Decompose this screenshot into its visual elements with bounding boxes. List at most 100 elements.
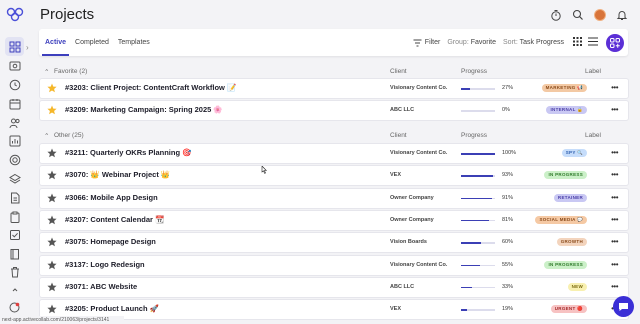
column-header-label: Label [585, 132, 601, 139]
project-client: Owner Company [390, 194, 434, 201]
grid-view-icon[interactable] [573, 37, 582, 48]
tab-templates[interactable]: Templates [118, 29, 150, 56]
rail-layers-button[interactable] [8, 172, 21, 185]
project-label-badge[interactable]: GROWTH [556, 238, 587, 247]
collapse-chevron-icon[interactable]: ⌃ [44, 132, 49, 140]
column-header-progress: Progress [461, 68, 488, 75]
project-row[interactable]: #3071: ABC Website ABC LLC 33% NEW ••• [40, 277, 628, 297]
project-name[interactable]: #3071: ABC Website [65, 282, 137, 291]
rail-clock-button[interactable] [8, 78, 21, 91]
progress-fill [461, 153, 495, 155]
project-row[interactable]: #3207: Content Calendar 📆 Owner Company 81… [40, 210, 628, 230]
project-row[interactable]: #3137: Logo Redesign Visionary Content Co… [40, 255, 628, 275]
clock-icon [9, 79, 20, 90]
grid-icon [9, 41, 20, 52]
favorite-star-icon[interactable] [47, 170, 57, 180]
more-options-icon[interactable]: ••• [611, 83, 618, 92]
help-icon[interactable] [8, 301, 21, 314]
project-row[interactable]: #3075: Homepage Design Vision Boards 60% GR… [40, 233, 628, 253]
filter-label: Filter [424, 39, 441, 46]
more-options-icon[interactable]: ••• [611, 170, 618, 179]
more-options-icon[interactable]: ••• [611, 237, 618, 246]
project-row[interactable]: #3066: Mobile App Design Owner Company 91%… [40, 188, 628, 208]
project-name[interactable]: #3211: Quarterly OKRs Planning 🎯 [65, 148, 191, 157]
more-options-icon[interactable]: ••• [611, 148, 618, 157]
project-label-badge[interactable]: IN PROGRESS [544, 171, 587, 180]
rail-dollar-button[interactable] [8, 59, 21, 72]
favorite-star-icon[interactable] [47, 215, 57, 225]
progress-fill [461, 286, 473, 289]
favorite-star-icon[interactable] [47, 282, 57, 292]
app-logo-icon[interactable] [6, 6, 24, 22]
progress-fill [461, 197, 492, 200]
rail-trash-button[interactable] [8, 265, 21, 278]
project-row[interactable]: #3205: Product Launch 🚀VEX19%URGENT 🔴••• [40, 300, 628, 320]
project-row[interactable]: #3209: Marketing Campaign: Spring 2025 🌸… [40, 101, 628, 121]
project-label-badge[interactable]: SPY 🔍 [561, 149, 587, 157]
favorite-star-icon[interactable] [47, 148, 57, 158]
toolbar-controls: Filter Group: Favorite Sort: Task Progre… [413, 29, 624, 56]
rail-book-button[interactable] [8, 247, 21, 260]
favorite-star-icon[interactable] [47, 83, 57, 93]
other-section-header[interactable]: ⌃ Other (25) Client Progress Label [39, 130, 628, 142]
more-options-icon[interactable]: ••• [611, 215, 618, 224]
collapse-chevron-icon[interactable] [8, 283, 21, 296]
rail-clipboard-button[interactable] [8, 210, 21, 223]
favorite-star-icon[interactable] [47, 237, 57, 247]
project-row[interactable]: #3203: Client Project: ContentCraft Work… [40, 79, 628, 98]
group-by-selector[interactable]: Group: Favorite [447, 39, 496, 46]
chat-button[interactable] [613, 296, 634, 317]
project-name[interactable]: #3075: Homepage Design [65, 237, 156, 246]
tab-completed[interactable]: Completed [75, 29, 109, 56]
timer-icon[interactable] [548, 7, 564, 23]
favorite-star-icon[interactable] [47, 304, 57, 314]
project-label-badge[interactable]: SOCIAL MEDIA 💬 [535, 215, 587, 224]
filter-button[interactable]: Filter [413, 39, 441, 47]
project-label-badge[interactable]: IN PROGRESS [544, 260, 587, 269]
project-name[interactable]: #3203: Client Project: ContentCraft Work… [65, 83, 236, 92]
project-name[interactable]: #3207: Content Calendar 📆 [65, 215, 164, 224]
collapse-chevron-icon[interactable]: ⌃ [44, 68, 49, 76]
project-row[interactable]: #3211: Quarterly OKRs Planning 🎯 Visionar… [40, 144, 628, 163]
project-label-badge[interactable]: RETAINER [553, 193, 587, 202]
project-name[interactable]: #3137: Logo Redesign [65, 260, 145, 269]
tab-active[interactable]: Active [41, 29, 70, 56]
progress-bar [461, 242, 495, 244]
project-name[interactable]: #3209: Marketing Campaign: Spring 2025 🌸 [65, 105, 223, 114]
rail-target-button[interactable] [8, 153, 21, 166]
project-label-badge[interactable]: NEW [567, 282, 587, 291]
trash-icon [10, 266, 19, 277]
search-icon[interactable] [570, 7, 586, 23]
favorite-section-header[interactable]: ⌃ Favorite (2) Client Progress Label [39, 66, 628, 78]
sort-selector[interactable]: Sort: Task Progress [503, 39, 564, 46]
rail-grid-button[interactable] [5, 37, 24, 56]
project-name[interactable]: #3070: 👑 Webinar Project 👑 [65, 170, 170, 179]
favorite-star-icon[interactable] [47, 105, 57, 115]
rail-check-square-button[interactable] [8, 228, 21, 241]
progress-fill [461, 264, 480, 266]
add-project-button[interactable] [606, 33, 624, 52]
list-view-icon[interactable] [588, 37, 598, 48]
more-options-icon[interactable]: ••• [611, 193, 618, 202]
more-options-icon[interactable]: ••• [611, 260, 618, 269]
more-options-icon[interactable]: ••• [611, 282, 618, 291]
project-client: VEX [390, 306, 402, 313]
rail-people-button[interactable] [8, 116, 21, 129]
rail-calendar-button[interactable] [8, 97, 21, 110]
progress-percent: 60% [502, 239, 514, 246]
project-label-badge[interactable]: URGENT 🔴 [550, 305, 587, 314]
project-label-badge[interactable]: MARKETING 📢 [541, 84, 587, 92]
rail-expand-chevron-icon[interactable]: › [26, 43, 29, 52]
favorite-star-icon[interactable] [47, 260, 57, 270]
projects-toolbar: Active Completed Templates Filter Group: F… [39, 29, 628, 56]
favorite-star-icon[interactable] [47, 193, 57, 203]
more-options-icon[interactable]: ••• [611, 105, 618, 114]
project-name[interactable]: #3205: Product Launch 🚀 [65, 304, 159, 313]
project-row[interactable]: #3070: 👑 Webinar Project 👑 VEX 93% IN PROGR… [40, 166, 628, 186]
rail-file-button[interactable] [8, 191, 21, 204]
rail-chart-button[interactable] [8, 134, 21, 147]
user-avatar[interactable] [592, 7, 608, 23]
bell-icon[interactable] [614, 7, 630, 23]
project-name[interactable]: #3066: Mobile App Design [65, 193, 158, 202]
project-label-badge[interactable]: INTERNAL 🔒 [546, 106, 587, 115]
